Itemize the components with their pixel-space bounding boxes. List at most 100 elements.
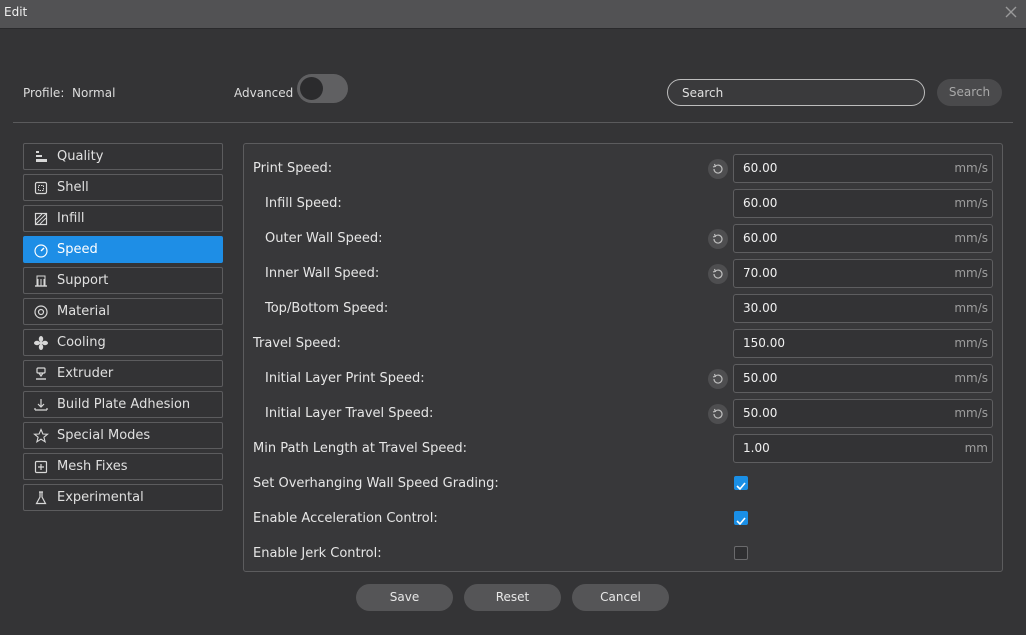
field-unit: mm/s	[954, 301, 988, 315]
setting-row-print-speed: Print Speed: 60.00 mm/s	[244, 151, 1002, 186]
travel-speed-field[interactable]: 150.00 mm/s	[733, 329, 993, 358]
field-unit: mm/s	[954, 336, 988, 350]
profile-label: Profile:	[23, 86, 65, 100]
sidebar-item-build-plate-adhesion[interactable]: Build Plate Adhesion	[23, 391, 223, 418]
field-value: 150.00	[743, 336, 785, 350]
sidebar-item-material[interactable]: Material	[23, 298, 223, 325]
sidebar-item-quality[interactable]: Quality	[23, 143, 223, 170]
setting-label: Enable Jerk Control:	[253, 546, 382, 561]
sidebar-item-cooling[interactable]: Cooling	[23, 329, 223, 356]
save-button[interactable]: Save	[356, 584, 453, 611]
inner-wall-speed-field[interactable]: 70.00 mm/s	[733, 259, 993, 288]
sidebar-item-label: Special Modes	[57, 428, 151, 443]
extruder-icon	[33, 366, 49, 382]
field-unit: mm/s	[954, 231, 988, 245]
mesh-fix-icon	[33, 459, 49, 475]
sidebar-item-label: Shell	[57, 180, 89, 195]
search-input[interactable]	[667, 79, 925, 106]
sidebar-item-label: Experimental	[57, 490, 144, 505]
field-unit: mm/s	[954, 406, 988, 420]
category-sidebar: Quality Shell Infill Speed Support Mater…	[23, 143, 223, 515]
sidebar-item-label: Infill	[57, 211, 85, 226]
flask-icon	[33, 490, 49, 506]
build-plate-icon	[33, 397, 49, 413]
setting-row-initial-layer-print-speed: Initial Layer Print Speed: 50.00 mm/s	[244, 361, 1002, 396]
reset-icon[interactable]	[708, 159, 728, 179]
setting-row-infill-speed: Infill Speed: 60.00 mm/s	[244, 186, 1002, 221]
window-title: Edit	[4, 5, 28, 19]
field-unit: mm	[964, 441, 988, 455]
setting-row-inner-wall-speed: Inner Wall Speed: 70.00 mm/s	[244, 256, 1002, 291]
overhanging-wall-speed-checkbox[interactable]	[734, 476, 748, 491]
setting-label: Set Overhanging Wall Speed Grading:	[253, 476, 499, 491]
outer-wall-speed-field[interactable]: 60.00 mm/s	[733, 224, 993, 253]
setting-row-overhanging-wall-speed: Set Overhanging Wall Speed Grading:	[244, 466, 1002, 501]
field-unit: mm/s	[954, 371, 988, 385]
min-path-length-field[interactable]: 1.00 mm	[733, 434, 993, 463]
setting-row-min-path-length: Min Path Length at Travel Speed: 1.00 mm	[244, 431, 1002, 466]
settings-panel: Print Speed: 60.00 mm/s Infill Speed: 60.…	[243, 143, 1003, 572]
print-speed-field[interactable]: 60.00 mm/s	[733, 154, 993, 183]
search-button[interactable]: Search	[937, 79, 1002, 106]
top-bottom-speed-field[interactable]: 30.00 mm/s	[733, 294, 993, 323]
setting-label: Travel Speed:	[253, 336, 341, 351]
shell-icon	[33, 180, 49, 196]
field-value: 60.00	[743, 161, 778, 175]
reset-icon[interactable]	[708, 229, 728, 249]
sidebar-item-extruder[interactable]: Extruder	[23, 360, 223, 387]
reset-icon[interactable]	[708, 369, 728, 389]
setting-label: Min Path Length at Travel Speed:	[253, 441, 467, 456]
infill-icon	[33, 211, 49, 227]
sidebar-item-label: Build Plate Adhesion	[57, 397, 191, 412]
sidebar-item-speed[interactable]: Speed	[23, 236, 223, 263]
setting-label: Initial Layer Travel Speed:	[265, 406, 434, 421]
acceleration-control-checkbox[interactable]	[734, 511, 748, 526]
sidebar-item-label: Mesh Fixes	[57, 459, 128, 474]
sidebar-item-experimental[interactable]: Experimental	[23, 484, 223, 511]
advanced-label: Advanced	[234, 86, 294, 100]
setting-label: Top/Bottom Speed:	[265, 301, 389, 316]
cancel-button[interactable]: Cancel	[572, 584, 669, 611]
field-value: 60.00	[743, 231, 778, 245]
sidebar-item-special-modes[interactable]: Special Modes	[23, 422, 223, 449]
jerk-control-checkbox[interactable]	[734, 546, 748, 560]
setting-label: Print Speed:	[253, 161, 333, 176]
quality-icon	[33, 149, 49, 165]
setting-row-top-bottom-speed: Top/Bottom Speed: 30.00 mm/s	[244, 291, 1002, 326]
reset-icon[interactable]	[708, 404, 728, 424]
material-icon	[33, 304, 49, 320]
reset-button[interactable]: Reset	[464, 584, 561, 611]
cooling-fan-icon	[33, 335, 49, 351]
initial-layer-travel-speed-field[interactable]: 50.00 mm/s	[733, 399, 993, 428]
profile-value: Normal	[72, 86, 116, 100]
field-unit: mm/s	[954, 161, 988, 175]
setting-row-jerk-control: Enable Jerk Control:	[244, 536, 1002, 571]
sidebar-item-mesh-fixes[interactable]: Mesh Fixes	[23, 453, 223, 480]
initial-layer-print-speed-field[interactable]: 50.00 mm/s	[733, 364, 993, 393]
field-value: 50.00	[743, 406, 778, 420]
toggle-knob	[300, 77, 323, 100]
sidebar-item-infill[interactable]: Infill	[23, 205, 223, 232]
star-icon	[33, 428, 49, 444]
field-unit: mm/s	[954, 196, 988, 210]
sidebar-item-label: Material	[57, 304, 110, 319]
field-value: 1.00	[743, 441, 770, 455]
title-bar: Edit	[0, 0, 1026, 29]
speed-icon	[33, 242, 49, 258]
setting-label: Outer Wall Speed:	[265, 231, 383, 246]
setting-row-acceleration-control: Enable Acceleration Control:	[244, 501, 1002, 536]
setting-row-travel-speed: Travel Speed: 150.00 mm/s	[244, 326, 1002, 361]
support-icon	[33, 273, 49, 289]
sidebar-item-label: Quality	[57, 149, 104, 164]
infill-speed-field[interactable]: 60.00 mm/s	[733, 189, 993, 218]
sidebar-item-label: Speed	[57, 242, 98, 257]
sidebar-item-support[interactable]: Support	[23, 267, 223, 294]
setting-row-initial-layer-travel-speed: Initial Layer Travel Speed: 50.00 mm/s	[244, 396, 1002, 431]
field-value: 30.00	[743, 301, 778, 315]
setting-row-outer-wall-speed: Outer Wall Speed: 60.00 mm/s	[244, 221, 1002, 256]
sidebar-item-label: Extruder	[57, 366, 114, 381]
reset-icon[interactable]	[708, 264, 728, 284]
advanced-toggle[interactable]	[297, 74, 348, 103]
sidebar-item-shell[interactable]: Shell	[23, 174, 223, 201]
close-icon[interactable]	[1004, 3, 1018, 21]
